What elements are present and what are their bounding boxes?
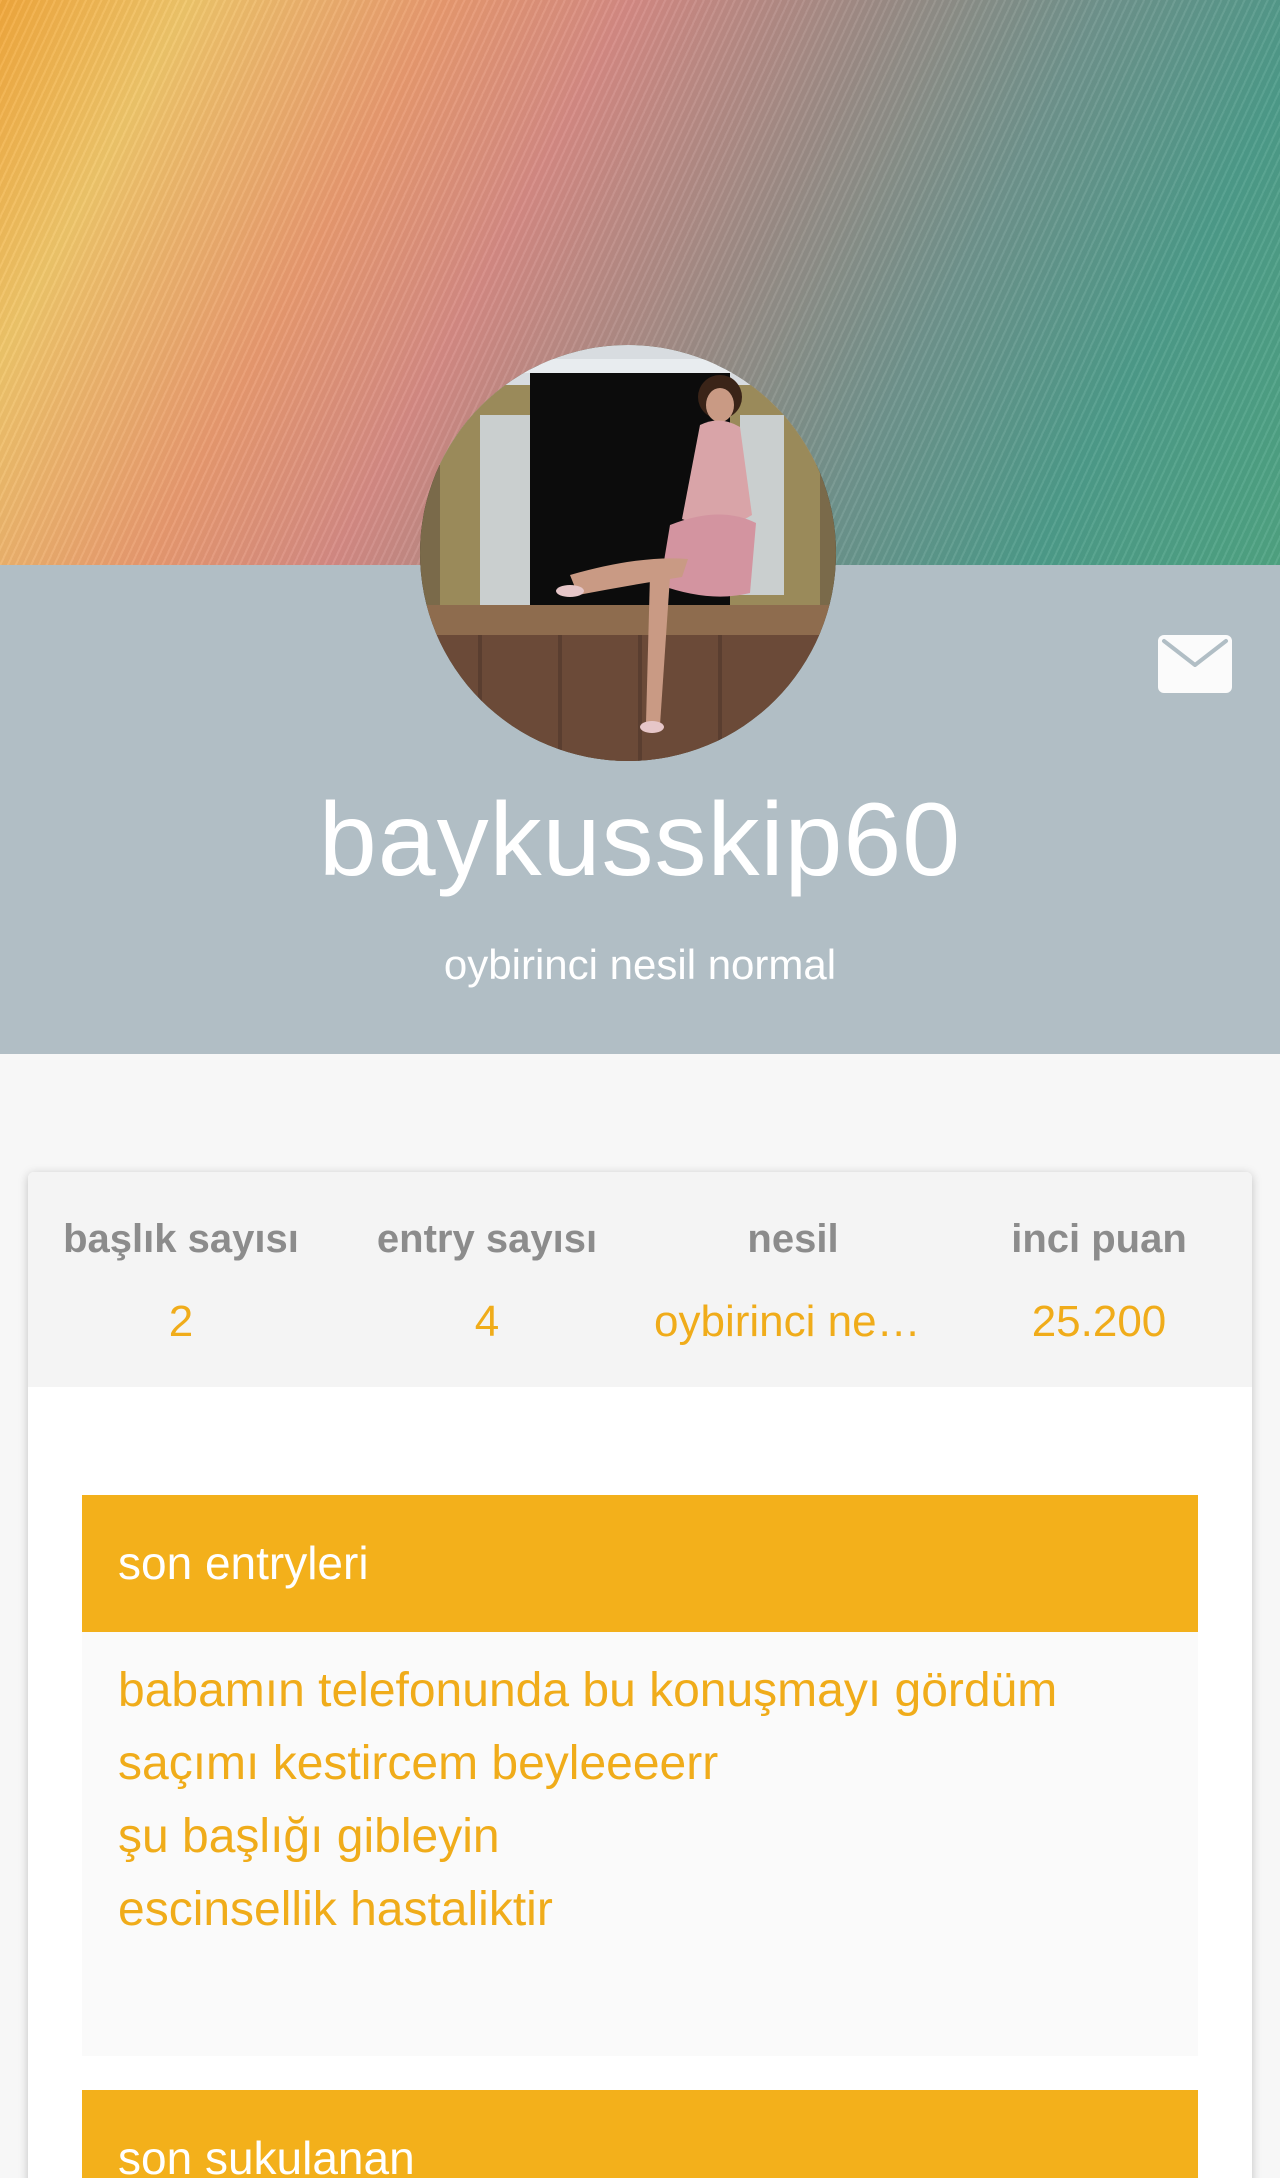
envelope-icon (1160, 637, 1230, 691)
generation-label: oybirinci nesil normal (443, 941, 837, 988)
stat-entry-count[interactable]: entry sayısı 4 (334, 1172, 640, 1387)
entry-link[interactable]: babamın telefonunda bu konuşmayı gördüm (118, 1654, 1162, 1727)
stat-label: nesil (747, 1217, 839, 1261)
stat-value: 25.200 (1031, 1297, 1167, 1346)
avatar[interactable] (420, 345, 836, 761)
recent-entries-list: babamın telefonunda bu konuşmayı gördüm … (82, 1632, 1198, 2056)
stat-points[interactable]: inci puan 25.200 (946, 1172, 1252, 1387)
stat-value: oybirinci nesi… (654, 1297, 946, 1346)
entry-link[interactable]: şu başlığı gibleyin (118, 1800, 1162, 1873)
recent-likes-header: son sukulanan (82, 2090, 1198, 2178)
username: baykusskip60 (318, 782, 962, 898)
profile-page: baykusskip60 oybirinci nesil normal başl… (0, 0, 1280, 2178)
stat-label: başlık sayısı (63, 1217, 299, 1261)
stat-generation[interactable]: nesil oybirinci nesi… (640, 1172, 946, 1387)
entry-link[interactable]: saçımı kestircem beyleeeerr (118, 1727, 1162, 1800)
stats-bar: başlık sayısı 2 entry sayısı 4 nesil oyb… (28, 1172, 1252, 1387)
stat-label: inci puan (1011, 1217, 1187, 1261)
avatar-photo (420, 345, 836, 761)
stat-topic-count[interactable]: başlık sayısı 2 (28, 1172, 334, 1387)
stat-value: 2 (168, 1297, 194, 1346)
send-message-button[interactable] (1158, 635, 1232, 693)
profile-card: başlık sayısı 2 entry sayısı 4 nesil oyb… (28, 1172, 1252, 2178)
entry-link[interactable]: escinsellik hastaliktir (118, 1873, 1162, 1946)
stat-value: 4 (474, 1297, 500, 1346)
recent-entries-header: son entryleri (82, 1495, 1198, 1632)
stat-label: entry sayısı (376, 1217, 598, 1261)
